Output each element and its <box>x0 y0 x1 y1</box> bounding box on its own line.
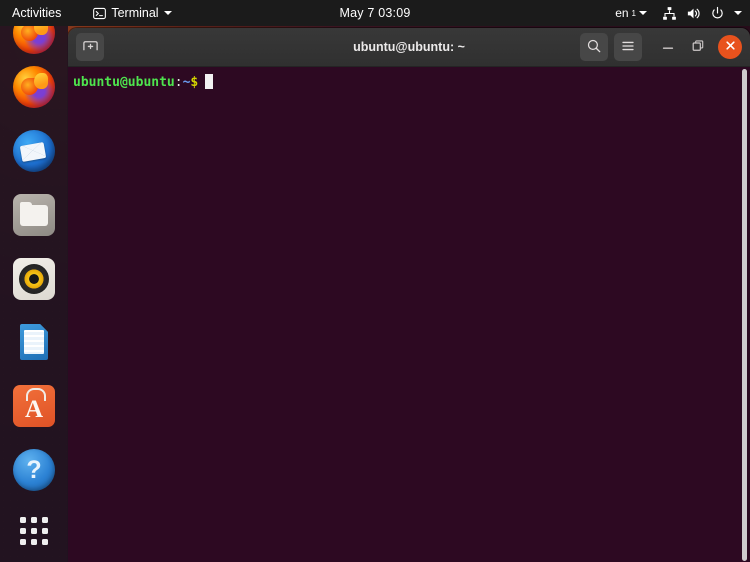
grid-dot <box>20 539 26 545</box>
grid-dot <box>31 539 37 545</box>
prompt-symbol: $ <box>190 75 199 90</box>
firefox-icon <box>13 66 55 108</box>
grid-dot <box>20 517 26 523</box>
keyboard-layout-index: 1 <box>631 8 636 18</box>
terminal-window: ubuntu@ubuntu: ~ ubuntu@ubuntu:~$ <box>68 28 750 562</box>
grid-dot <box>31 517 37 523</box>
dock-item-libreoffice-writer[interactable] <box>13 321 55 363</box>
dock-item-thunderbird[interactable] <box>13 130 55 172</box>
status-area: en 1 <box>615 0 742 26</box>
ubuntu-software-icon <box>13 385 55 427</box>
app-menu-terminal[interactable]: Terminal <box>85 0 179 26</box>
scrollbar-thumb[interactable] <box>742 69 747 561</box>
chevron-down-icon <box>163 11 172 15</box>
grid-dot <box>31 528 37 534</box>
maximize-button[interactable] <box>686 35 710 59</box>
chevron-down-icon[interactable] <box>734 11 742 15</box>
close-icon <box>724 39 737 55</box>
keyboard-layout-indicator[interactable]: en 1 <box>615 6 647 20</box>
grid-dot <box>42 517 48 523</box>
search-icon <box>586 38 602 57</box>
grid-dot <box>42 528 48 534</box>
thunderbird-icon <box>13 130 55 172</box>
terminal-cursor <box>205 74 214 89</box>
activities-label: Activities <box>12 6 62 20</box>
ubuntu-dock <box>0 26 68 562</box>
keyboard-layout-label: en <box>615 6 629 20</box>
volume-icon[interactable] <box>686 6 701 21</box>
search-button[interactable] <box>580 33 608 61</box>
chevron-down-icon <box>639 11 647 15</box>
power-icon[interactable] <box>710 6 725 21</box>
close-button[interactable] <box>718 35 742 59</box>
files-icon <box>13 194 55 236</box>
dock-item-show-applications[interactable] <box>13 510 55 552</box>
app-menu-label: Terminal <box>111 6 159 20</box>
new-tab-button[interactable] <box>76 33 104 61</box>
dock-item-rhythmbox[interactable] <box>13 258 55 300</box>
dock-item-ubuntu-software[interactable] <box>13 385 55 427</box>
clock-label[interactable]: May 7 03:09 <box>340 6 411 20</box>
dock-item-firefox[interactable] <box>13 66 55 108</box>
grid-dot <box>42 539 48 545</box>
grid-dot <box>20 528 26 534</box>
libreoffice-writer-icon <box>13 321 55 363</box>
minimize-button[interactable] <box>656 35 680 59</box>
help-icon <box>13 449 55 491</box>
terminal-body[interactable]: ubuntu@ubuntu:~$ <box>68 67 750 562</box>
dock-item-files[interactable] <box>13 194 55 236</box>
prompt-user-host: ubuntu@ubuntu <box>73 75 175 90</box>
network-wired-icon[interactable] <box>662 6 677 21</box>
desktop-screen: Activities Terminal May 7 03:09 en 1 A ?… <box>0 0 750 562</box>
activities-button[interactable]: Activities <box>0 0 71 26</box>
terminal-output: ubuntu@ubuntu:~$ <box>68 67 750 91</box>
rhythmbox-icon <box>13 258 55 300</box>
new-tab-icon <box>82 37 99 57</box>
dock-item-help[interactable] <box>13 449 55 491</box>
minimize-icon <box>660 38 676 57</box>
hamburger-menu-icon <box>620 38 636 57</box>
gnome-top-bar: Activities Terminal May 7 03:09 en 1 <box>0 0 750 26</box>
terminal-scrollbar[interactable] <box>742 69 747 561</box>
titlebar-controls <box>580 33 742 61</box>
prompt-colon: : <box>174 75 183 90</box>
terminal-titlebar[interactable]: ubuntu@ubuntu: ~ <box>68 28 750 67</box>
terminal-icon <box>93 7 107 20</box>
show-applications-icon <box>13 510 55 552</box>
ubuntu-wallpaper-app-icon <box>13 26 55 54</box>
maximize-icon <box>690 38 706 57</box>
menu-button[interactable] <box>614 33 642 61</box>
dock-item-ubuntu-wallpaper-app[interactable] <box>13 26 55 54</box>
